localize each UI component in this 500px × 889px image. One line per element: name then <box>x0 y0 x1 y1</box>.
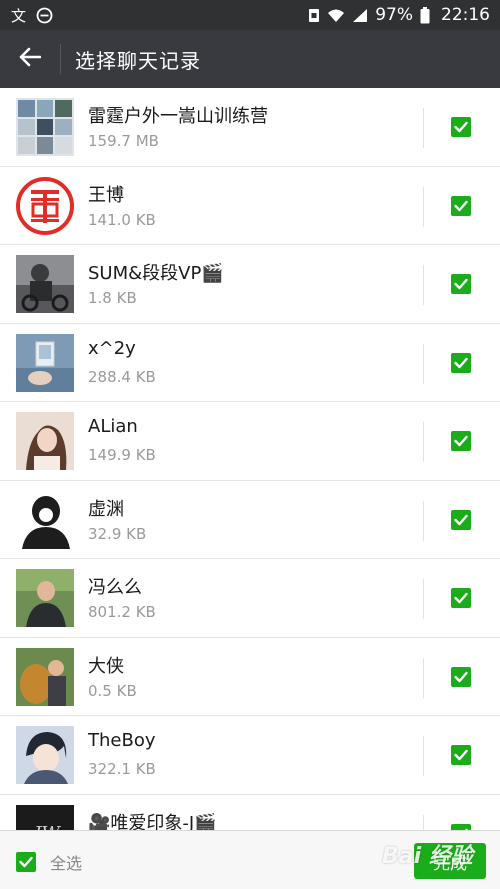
avatar: JW <box>16 804 74 831</box>
checkmark-icon <box>454 200 468 211</box>
chat-checkbox[interactable] <box>451 352 471 373</box>
chat-name: 冯么么 <box>88 577 142 598</box>
done-button[interactable]: 完成 <box>414 843 486 879</box>
avatar <box>16 333 74 392</box>
chat-checkbox[interactable] <box>451 274 471 294</box>
chat-size: 141.0 KB <box>88 210 156 229</box>
notification-icon: 文 <box>10 6 28 24</box>
chat-row[interactable]: ALian 149.9 KB <box>0 402 500 481</box>
avatar <box>16 490 74 549</box>
status-right: 97% 22:16 <box>308 5 490 25</box>
row-divider <box>423 108 424 148</box>
checkmark-icon <box>454 749 468 761</box>
chat-row[interactable]: 虚渊 32.9 KB <box>0 480 500 559</box>
svg-text:JW: JW <box>30 823 61 831</box>
checkmark-icon <box>454 278 468 290</box>
chat-name: x^2y <box>88 337 136 359</box>
row-divider <box>423 343 424 384</box>
wifi-icon <box>327 8 345 23</box>
chat-checkbox[interactable] <box>451 666 471 687</box>
avatar <box>16 255 74 313</box>
row-divider <box>423 422 424 462</box>
avatar <box>16 176 74 235</box>
chat-name: TheBoy <box>88 730 156 751</box>
chat-row[interactable]: 冯么么 801.2 KB <box>0 559 500 638</box>
chat-size: 322.1 KB <box>88 760 156 778</box>
avatar <box>16 647 74 706</box>
avatar <box>16 726 74 784</box>
chat-size: 159.7 MB <box>88 132 159 150</box>
avatar <box>16 569 74 627</box>
page-title: 选择聊天记录 <box>75 48 201 73</box>
checkmark-icon <box>454 357 468 368</box>
chat-row[interactable]: 王博 141.0 KB <box>0 166 500 245</box>
status-left: 文 <box>10 6 53 24</box>
chat-name: ALian <box>88 416 138 437</box>
chat-checkbox[interactable] <box>451 509 471 530</box>
row-divider <box>423 579 424 619</box>
checkmark-icon <box>454 671 468 682</box>
chat-row[interactable]: 大侠 0.5 KB <box>0 637 500 716</box>
select-all-label: 全选 <box>50 854 83 873</box>
bottom-bar: 全选 完成 <box>0 830 500 889</box>
row-divider <box>423 186 424 227</box>
sim-icon <box>308 8 320 23</box>
row-divider <box>423 265 424 305</box>
chat-name: 大侠 <box>88 655 124 677</box>
chat-size: 801.2 KB <box>88 603 156 621</box>
row-divider <box>423 500 424 541</box>
chat-size: 0.5 KB <box>88 681 137 700</box>
chat-row[interactable]: TheBoy 322.1 KB <box>0 716 500 795</box>
chat-size: 288.4 KB <box>88 367 156 386</box>
chat-name: SUM&段段VP🎬 <box>88 263 224 284</box>
row-divider <box>423 814 424 830</box>
battery-percent: 97% <box>375 5 413 25</box>
svg-text:文: 文 <box>11 7 26 24</box>
chat-size: 149.9 KB <box>88 446 156 464</box>
checkmark-icon <box>454 435 468 447</box>
back-button[interactable] <box>0 30 60 88</box>
chat-size: 1.8 KB <box>88 289 137 307</box>
chat-name: 虚渊 <box>88 498 124 520</box>
battery-icon <box>420 6 430 24</box>
checkmark-icon <box>454 592 468 604</box>
arrow-left-icon <box>19 47 42 71</box>
chat-name: 王博 <box>88 184 124 206</box>
chat-checkbox[interactable] <box>451 117 471 137</box>
minus-circle-icon <box>36 7 53 24</box>
chat-row[interactable]: SUM&段段VP🎬 1.8 KB <box>0 245 500 324</box>
title-bar: 选择聊天记录 <box>0 30 500 88</box>
chat-size: 32.9 KB <box>88 524 147 543</box>
status-time: 22:16 <box>441 5 490 25</box>
chat-checkbox[interactable] <box>451 588 471 608</box>
row-divider <box>423 657 424 698</box>
checkmark-icon <box>454 121 468 133</box>
chat-name: 雷霆户外一嵩山训练营 <box>88 106 268 127</box>
chat-row[interactable]: 雷霆户外一嵩山训练营 159.7 MB <box>0 88 500 167</box>
signal-icon <box>352 8 368 23</box>
checkmark-icon <box>19 856 33 868</box>
select-all[interactable]: 全选 <box>16 850 82 874</box>
title-divider <box>60 44 61 74</box>
chat-checkbox[interactable] <box>451 745 471 765</box>
status-bar: 文 97% 22:16 <box>0 0 500 30</box>
row-divider <box>423 736 424 776</box>
chat-name: 🎥唯爱印象-J🎬 <box>88 812 217 831</box>
avatar <box>16 98 74 156</box>
checkmark-icon <box>454 514 468 525</box>
chat-row[interactable]: x^2y 288.4 KB <box>0 323 500 402</box>
chat-row[interactable]: JW 🎥唯爱印象-J🎬 <box>0 794 500 831</box>
chat-checkbox[interactable] <box>451 195 471 216</box>
avatar <box>16 412 74 470</box>
chat-list[interactable]: 雷霆户外一嵩山训练营 159.7 MB 王博 141.0 KB SUM&段段VP… <box>0 88 500 830</box>
chat-checkbox[interactable] <box>451 431 471 451</box>
select-all-checkbox[interactable] <box>16 852 36 872</box>
